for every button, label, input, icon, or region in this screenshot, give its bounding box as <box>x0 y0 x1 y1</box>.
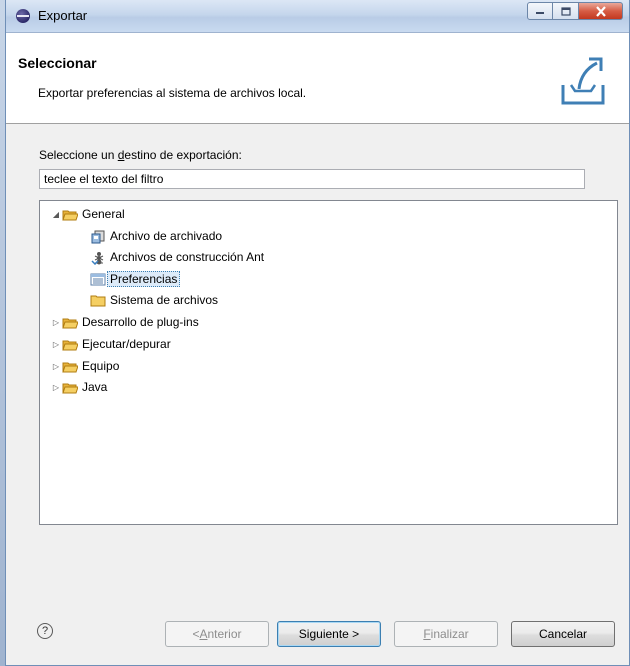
cancel-button[interactable]: Cancelar <box>511 621 615 647</box>
filter-input[interactable] <box>39 169 585 189</box>
folder-open-icon <box>62 208 79 221</box>
preferences-icon <box>90 273 106 286</box>
tree-item-label: Archivo de archivado <box>110 229 223 243</box>
tree-item-label: Ejecutar/depurar <box>82 337 171 351</box>
tree-item-label: Java <box>82 380 108 394</box>
destination-label: Seleccione un destino de exportación: <box>39 148 242 162</box>
window-title: Exportar <box>38 8 88 23</box>
page-description: Exportar preferencias al sistema de arch… <box>38 86 307 100</box>
tree-item-label: Archivos de construcción Ant <box>110 250 265 264</box>
tree-item-label: Desarrollo de plug-ins <box>82 315 199 329</box>
tree-item-general[interactable]: ◢ General <box>50 204 125 224</box>
folder-open-icon <box>62 338 79 351</box>
window-controls <box>527 2 623 20</box>
tree-item-team[interactable]: ▷ Equipo <box>50 356 119 376</box>
folder-open-icon <box>62 316 79 329</box>
ant-icon <box>90 251 106 265</box>
folder-icon <box>90 294 106 307</box>
tree-item-filesystem[interactable]: Sistema de archivos <box>90 290 218 310</box>
tree-item-label: General <box>82 207 125 221</box>
expand-triangle-icon[interactable]: ▷ <box>50 340 62 349</box>
collapse-triangle-icon[interactable]: ◢ <box>50 210 62 219</box>
export-wizard-icon <box>559 55 607 107</box>
next-button[interactable]: Siguiente > <box>277 621 381 647</box>
help-icon[interactable]: ? <box>37 623 53 639</box>
eclipse-icon <box>16 9 30 23</box>
tree-item-run-debug[interactable]: ▷ Ejecutar/depurar <box>50 334 171 354</box>
expand-triangle-icon[interactable]: ▷ <box>50 362 62 371</box>
tree-item-ant[interactable]: Archivos de construcción Ant <box>90 247 264 267</box>
finish-button[interactable]: Finalizar <box>394 621 498 647</box>
tree-item-label: Preferencias <box>107 271 181 287</box>
export-dialog: Exportar Seleccionar Exportar preferenci… <box>5 0 630 666</box>
tree-item-label: Equipo <box>82 359 120 373</box>
back-button[interactable]: < Anterior <box>165 621 269 647</box>
tree-item-archive[interactable]: Archivo de archivado <box>90 226 222 246</box>
tree-item-java[interactable]: ▷ Java <box>50 377 107 397</box>
maximize-icon <box>560 6 571 16</box>
tree-item-preferences[interactable]: Preferencias <box>90 269 181 289</box>
tree-item-plugin-dev[interactable]: ▷ Desarrollo de plug-ins <box>50 312 199 332</box>
minimize-icon <box>536 12 544 14</box>
wizard-tree[interactable]: ◢ General Archivo de archivado Archivos … <box>39 200 618 525</box>
maximize-button[interactable] <box>553 2 579 20</box>
folder-open-icon <box>62 360 79 373</box>
wizard-header: Seleccionar Exportar preferencias al sis… <box>6 33 629 124</box>
page-title: Seleccionar <box>18 55 97 71</box>
expand-triangle-icon[interactable]: ▷ <box>50 383 62 392</box>
close-icon <box>595 5 606 17</box>
title-bar: Exportar <box>6 0 629 33</box>
folder-open-icon <box>62 381 79 394</box>
close-button[interactable] <box>579 2 623 20</box>
archive-icon <box>90 230 106 243</box>
tree-item-label: Sistema de archivos <box>110 293 219 307</box>
expand-triangle-icon[interactable]: ▷ <box>50 318 62 327</box>
minimize-button[interactable] <box>527 2 553 20</box>
